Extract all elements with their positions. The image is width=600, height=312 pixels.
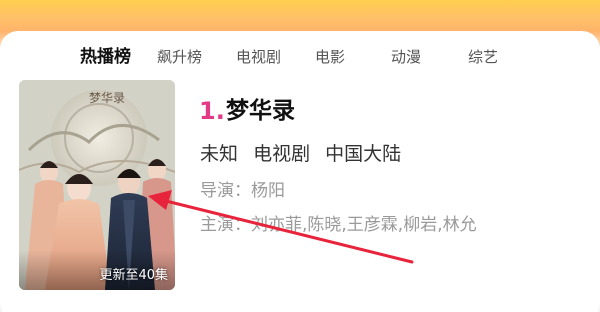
- director-line: 导演：杨阳: [200, 181, 285, 201]
- tab-tv-series[interactable]: 电视剧: [236, 45, 281, 69]
- tab-hot[interactable]: 热播榜: [80, 45, 131, 69]
- rank-number: 1.: [199, 97, 225, 125]
- meta-category: 电视剧: [253, 143, 311, 165]
- ranking-tabs: 热播榜 飙升榜 电视剧 电影 动漫 综艺: [0, 45, 600, 71]
- episode-update-badge: 更新至40集: [99, 268, 168, 283]
- meta-year: 未知: [200, 143, 239, 165]
- tab-rising[interactable]: 飙升榜: [157, 45, 202, 69]
- tab-anime[interactable]: 动漫: [391, 45, 421, 69]
- cast-line: 主演：刘亦菲,陈晓,王彦霖,柳岩,林允: [200, 215, 477, 235]
- meta-region: 中国大陆: [325, 143, 402, 165]
- tab-movies[interactable]: 电影: [315, 45, 345, 69]
- poster-logo-text: 梦华录: [89, 91, 125, 105]
- poster-thumbnail[interactable]: 梦华录 更新至40集: [19, 80, 175, 290]
- tab-variety[interactable]: 综艺: [468, 45, 498, 69]
- show-title[interactable]: 梦华录: [226, 96, 295, 126]
- show-meta: 未知 电视剧 中国大陆: [200, 141, 410, 167]
- app-screen: 热播榜 飙升榜 电视剧 电影 动漫 综艺 梦华录 更新至40集 1. 梦华录 未…: [0, 0, 600, 312]
